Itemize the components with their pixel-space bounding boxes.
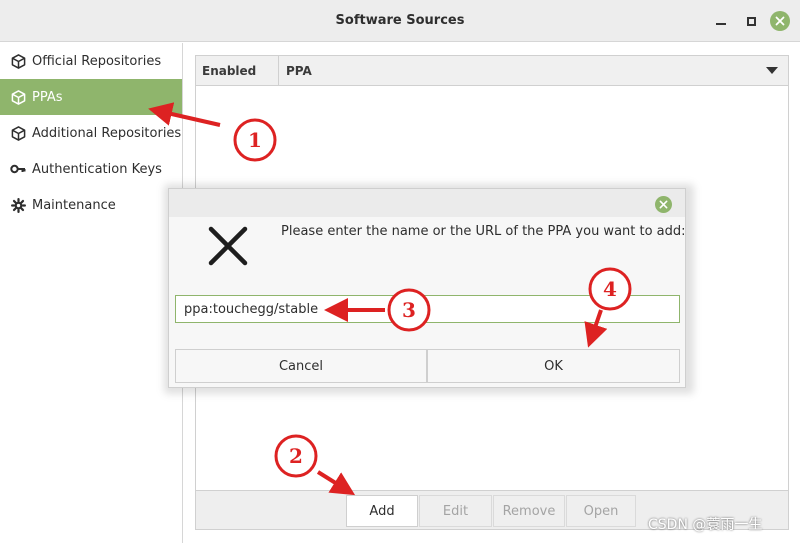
ok-button[interactable]: OK: [427, 349, 680, 383]
maximize-icon: [746, 16, 756, 26]
sidebar-item-official-repositories[interactable]: Official Repositories: [0, 43, 182, 79]
package-icon: [10, 125, 26, 141]
sidebar-item-label: Additional Repositories: [32, 125, 182, 141]
sidebar-item-label: Maintenance: [32, 197, 116, 213]
dialog-titlebar: [169, 189, 685, 217]
dialog-close-button[interactable]: [655, 196, 672, 213]
remove-button[interactable]: Remove: [493, 495, 565, 527]
window-title: Software Sources: [335, 13, 465, 28]
watermark: CSDN @蓑雨一生: [648, 517, 763, 533]
close-window-button[interactable]: [769, 10, 791, 32]
gear-icon: [10, 197, 26, 213]
package-icon: [10, 53, 26, 69]
minimize-icon: [716, 23, 726, 25]
open-button[interactable]: Open: [566, 495, 636, 527]
sort-arrow-icon[interactable]: [766, 67, 778, 74]
add-ppa-dialog: Please enter the name or the URL of the …: [168, 188, 686, 388]
edit-button[interactable]: Edit: [419, 495, 492, 527]
add-button[interactable]: Add: [346, 495, 418, 527]
sidebar-item-label: Official Repositories: [32, 53, 162, 69]
sidebar: Official Repositories PPAs Additional Re…: [0, 43, 183, 543]
sidebar-item-authentication-keys[interactable]: Authentication Keys: [0, 151, 182, 187]
close-icon: [770, 11, 790, 31]
dialog-message: Please enter the name or the URL of the …: [281, 224, 686, 239]
cancel-button[interactable]: Cancel: [175, 349, 427, 383]
sidebar-item-label: PPAs: [32, 89, 63, 105]
window-titlebar: Software Sources: [0, 0, 800, 42]
package-icon: [10, 89, 26, 105]
key-icon: [10, 161, 26, 177]
sidebar-item-additional-repositories[interactable]: Additional Repositories: [0, 115, 182, 151]
column-header-ppa[interactable]: PPA: [286, 64, 312, 78]
sidebar-item-label: Authentication Keys: [32, 161, 162, 177]
sidebar-item-ppas[interactable]: PPAs: [0, 79, 182, 115]
column-header-enabled[interactable]: Enabled: [202, 64, 256, 78]
x-mark-icon: [207, 225, 249, 267]
close-icon: [659, 200, 668, 209]
column-divider: [278, 56, 279, 86]
sidebar-item-maintenance[interactable]: Maintenance: [0, 187, 182, 223]
minimize-button[interactable]: [710, 10, 732, 32]
maximize-button[interactable]: [740, 10, 762, 32]
ppa-input[interactable]: [175, 295, 680, 323]
table-header: Enabled PPA: [196, 56, 788, 86]
